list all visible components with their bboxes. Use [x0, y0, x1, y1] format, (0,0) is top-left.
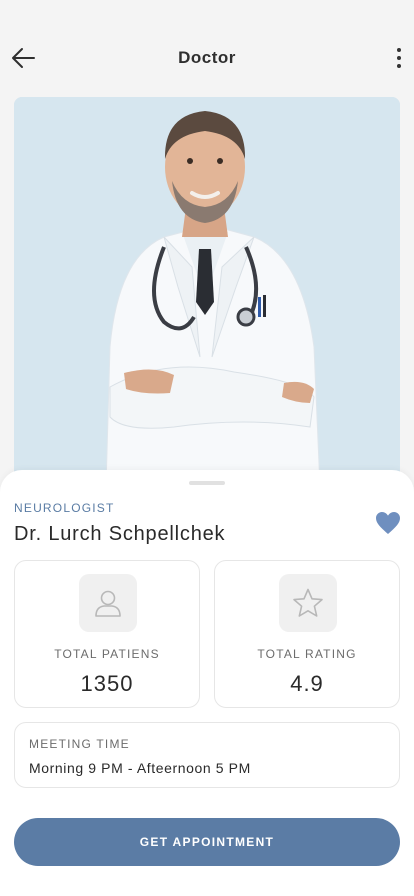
meeting-time-value: Morning 9 PM - Afteernoon 5 PM [29, 760, 251, 776]
doctor-specialty: NEUROLOGIST [14, 501, 115, 515]
stat-label: TOTAL RATING [257, 647, 357, 661]
meeting-time-label: MEETING TIME [29, 737, 130, 751]
stat-value: 1350 [80, 671, 134, 696]
doctor-name: Dr. Lurch Schpellchek [14, 523, 226, 545]
doctor-portrait-illustration [14, 97, 400, 487]
doctor-details-sheet: NEUROLOGIST Dr. Lurch Schpellchek TOTAL … [0, 470, 414, 896]
app-header: Doctor [0, 0, 414, 100]
heart-icon [376, 512, 400, 534]
meeting-time-card: MEETING TIME Morning 9 PM - Afteernoon 5… [14, 722, 400, 788]
favorite-button[interactable] [374, 510, 402, 536]
get-appointment-button[interactable]: GET APPOINTMENT [14, 818, 400, 866]
stat-label: TOTAL PATIENS [54, 647, 160, 661]
doctor-photo [14, 97, 400, 487]
user-icon [95, 590, 121, 617]
page-title: Doctor [178, 48, 236, 67]
total-patients-card: TOTAL PATIENS 1350 [14, 560, 200, 708]
sheet-drag-handle[interactable] [189, 481, 225, 485]
stat-value: 4.9 [290, 671, 324, 696]
user-icon-container [79, 574, 137, 632]
more-vertical-icon [397, 48, 401, 52]
total-rating-card: TOTAL RATING 4.9 [214, 560, 400, 708]
star-icon-container [279, 574, 337, 632]
star-icon [293, 588, 323, 617]
more-options-button[interactable] [394, 46, 404, 70]
